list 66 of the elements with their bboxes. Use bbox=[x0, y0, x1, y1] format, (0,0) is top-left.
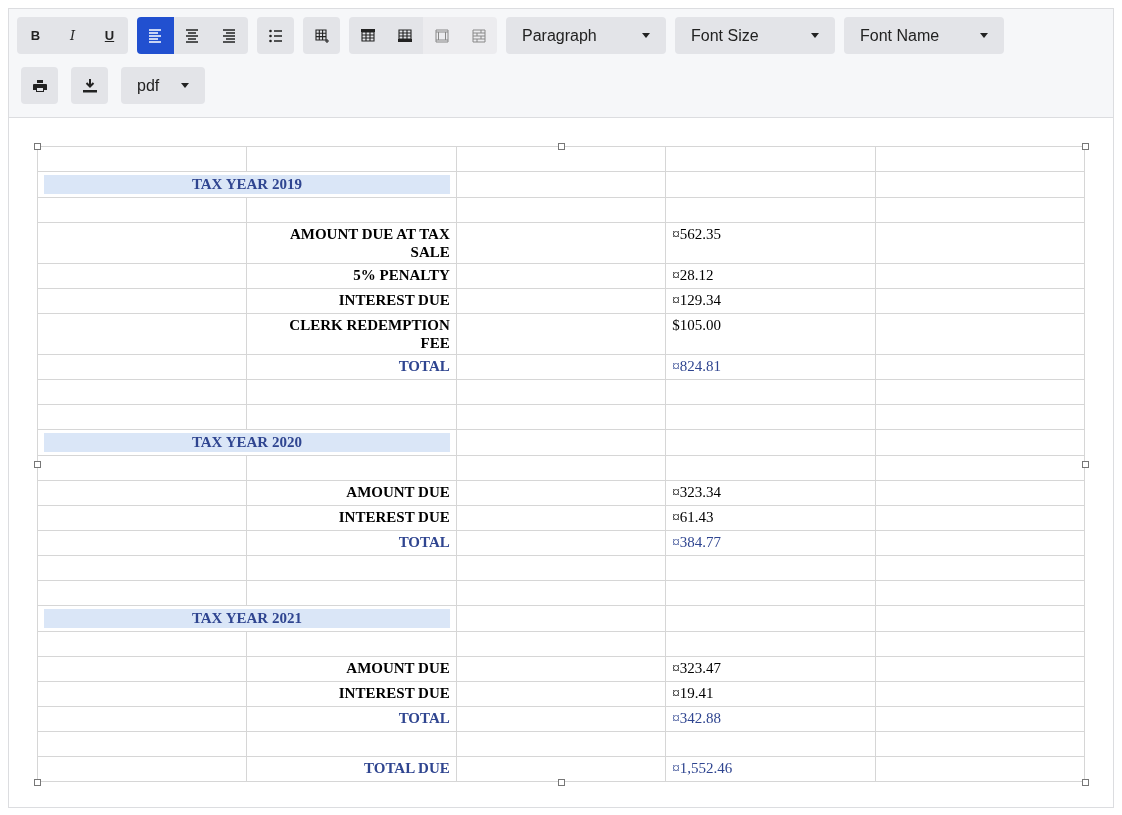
amount-cell: ¤323.34 bbox=[665, 480, 876, 506]
table-plus-icon bbox=[314, 28, 329, 43]
align-right-icon bbox=[222, 28, 237, 43]
line-item-label: INTEREST DUE bbox=[246, 288, 457, 314]
print-button[interactable] bbox=[21, 67, 58, 104]
caret-icon bbox=[642, 33, 650, 38]
insert-table-button[interactable] bbox=[303, 17, 340, 54]
dropdown[interactable]: Font Size bbox=[675, 17, 835, 54]
line-item-label: AMOUNT DUE bbox=[246, 480, 457, 506]
footer-row-button[interactable] bbox=[386, 17, 423, 54]
dropdown[interactable]: Font Name bbox=[844, 17, 1004, 54]
line-item-label: 5% PENALTY bbox=[246, 263, 457, 289]
table-header-icon bbox=[360, 28, 375, 43]
total-label: TOTAL DUE bbox=[246, 756, 457, 782]
align-left-button[interactable] bbox=[137, 17, 174, 54]
resize-handle[interactable] bbox=[558, 779, 565, 786]
resize-handle[interactable] bbox=[1082, 143, 1089, 150]
header-row-button[interactable] bbox=[349, 17, 386, 54]
download-button[interactable] bbox=[71, 67, 108, 104]
line-item-label: INTEREST DUE bbox=[246, 505, 457, 531]
bullet-list-button[interactable] bbox=[257, 17, 294, 54]
amount-cell: $105.00 bbox=[665, 313, 876, 355]
section-heading: TAX YEAR 2021 bbox=[44, 609, 450, 628]
dropdown[interactable]: Paragraph bbox=[506, 17, 666, 54]
align-center-button[interactable] bbox=[174, 17, 211, 54]
table-columns-icon bbox=[434, 28, 449, 43]
bullet-list-icon bbox=[268, 28, 283, 43]
bold-button[interactable]: B bbox=[17, 17, 54, 54]
line-item-label: AMOUNT DUE AT TAX SALE bbox=[246, 222, 457, 264]
amount-cell: ¤562.35 bbox=[665, 222, 876, 264]
resize-handle[interactable] bbox=[34, 143, 41, 150]
amount-cell: ¤1,552.46 bbox=[665, 756, 876, 782]
line-item-label: AMOUNT DUE bbox=[246, 656, 457, 682]
caret-icon bbox=[811, 33, 819, 38]
resize-handle[interactable] bbox=[34, 461, 41, 468]
section-heading: TAX YEAR 2020 bbox=[44, 433, 450, 452]
caret-icon bbox=[980, 33, 988, 38]
align-right-button[interactable] bbox=[211, 17, 248, 54]
total-label: TOTAL bbox=[246, 354, 457, 380]
total-label: TOTAL bbox=[246, 706, 457, 732]
resize-handle[interactable] bbox=[1082, 461, 1089, 468]
section-heading: TAX YEAR 2019 bbox=[44, 175, 450, 194]
amount-cell: ¤824.81 bbox=[665, 354, 876, 380]
resize-handle[interactable] bbox=[34, 779, 41, 786]
amount-cell: ¤28.12 bbox=[665, 263, 876, 289]
amount-cell: ¤61.43 bbox=[665, 505, 876, 531]
amount-cell: ¤342.88 bbox=[665, 706, 876, 732]
printer-icon bbox=[32, 78, 47, 93]
resize-handle[interactable] bbox=[1082, 779, 1089, 786]
line-item-label: INTEREST DUE bbox=[246, 681, 457, 707]
resize-handle[interactable] bbox=[558, 143, 565, 150]
align-left-icon bbox=[148, 28, 163, 43]
amount-cell: ¤129.34 bbox=[665, 288, 876, 314]
caret-icon bbox=[181, 83, 189, 88]
table-footer-icon bbox=[397, 28, 412, 43]
line-item-label: CLERK REDEMPTION FEE bbox=[246, 313, 457, 355]
underline-button[interactable]: U bbox=[91, 17, 128, 54]
amount-cell: ¤323.47 bbox=[665, 656, 876, 682]
dropdown[interactable]: pdf bbox=[121, 67, 205, 104]
italic-button[interactable]: I bbox=[54, 17, 91, 54]
table-rows-icon bbox=[471, 28, 486, 43]
total-label: TOTAL bbox=[246, 530, 457, 556]
align-center-icon bbox=[185, 28, 200, 43]
download-icon bbox=[82, 78, 97, 93]
amount-cell: ¤19.41 bbox=[665, 681, 876, 707]
amount-cell: ¤384.77 bbox=[665, 530, 876, 556]
